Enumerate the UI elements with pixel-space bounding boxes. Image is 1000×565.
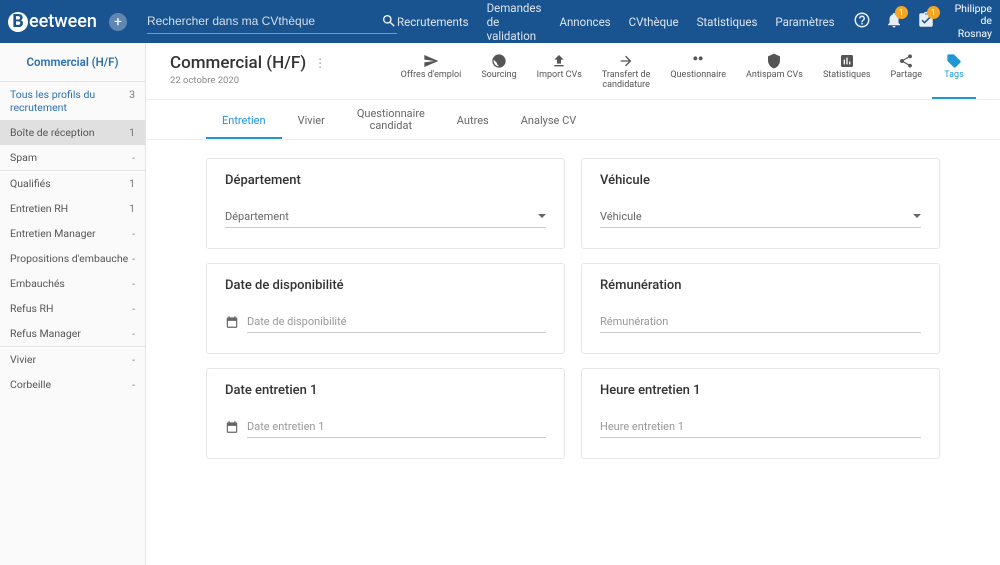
header-icons: 1 1 Philippe de Rosnay [853,3,992,41]
card-disponibilite: Date de disponibilité Date de disponibil… [206,263,565,354]
calendar-icon [225,420,239,434]
nav-links: Recrutements Demandes de validation Anno… [397,1,835,43]
action-item[interactable]: Questionnaire [660,53,736,99]
sidebar-item[interactable]: Entretien RH1 [0,196,145,221]
nav-statistiques[interactable]: Statistiques [697,15,758,29]
app-header: Beetween + Recrutements Demandes de vali… [0,0,1000,43]
sidebar-item[interactable]: Vivier- [0,347,145,372]
card-title: Véhicule [600,173,921,188]
page-date: 22 octobre 2020 [170,75,326,86]
card-vehicule: Véhicule Véhicule [581,158,940,249]
card-title: Date entretien 1 [225,383,546,398]
dispo-date-input[interactable]: Date de disponibilité [247,311,546,333]
nav-recrutements[interactable]: Recrutements [397,15,469,29]
card-title: Date de disponibilité [225,278,546,293]
tab[interactable]: Questionnairecandidat [341,104,441,139]
task-badge: 1 [927,6,940,19]
sidebar-item[interactable]: Boîte de réception1 [0,120,145,145]
card-title: Rémunération [600,278,921,293]
nav-parametres[interactable]: Paramètres [775,15,834,29]
sidebar-item[interactable]: Refus Manager- [0,321,145,346]
remuneration-input[interactable]: Rémunération [600,311,921,333]
chevron-down-icon [538,214,546,218]
add-button[interactable]: + [109,13,127,31]
action-item[interactable]: Partage [881,53,932,99]
notif-badge: 1 [895,6,908,19]
search-icon [381,13,397,29]
action-item[interactable]: Transfert decandidature [592,53,661,99]
content: Commercial (H/F) ⋮ 22 octobre 2020 Offre… [146,43,1000,565]
vehicule-select[interactable]: Véhicule [600,206,921,228]
card-title: Département [225,173,546,188]
logo[interactable]: Beetween + [8,11,127,32]
sidebar-item[interactable]: Refus RH- [0,296,145,321]
heure-entretien-1-input[interactable]: Heure entretien 1 [600,416,921,438]
sidebar-item[interactable]: Spam- [0,145,145,170]
action-item[interactable]: Tags [932,53,976,99]
action-item[interactable]: Offres d'emploi [391,53,472,99]
departement-select[interactable]: Département [225,206,546,228]
tab[interactable]: Autres [441,104,505,139]
page-title: Commercial (H/F) [170,53,306,73]
tabs: EntretienVivierQuestionnairecandidatAutr… [146,104,1000,140]
tab[interactable]: Entretien [206,104,282,139]
sidebar-item[interactable]: Tous les profils du recrutement3 [0,82,145,120]
card-heure-entretien-1: Heure entretien 1 Heure entretien 1 [581,368,940,459]
action-item[interactable]: Import CVs [527,53,592,99]
card-title: Heure entretien 1 [600,383,921,398]
action-item[interactable]: Sourcing [471,53,526,99]
nav-cvtheque[interactable]: CVthèque [629,15,679,29]
search-input[interactable] [147,14,381,28]
bell-icon[interactable]: 1 [885,11,903,32]
sidebar: Commercial (H/F) Tous les profils du rec… [0,43,146,565]
action-item[interactable]: Statistiques [813,53,881,99]
help-icon[interactable] [853,11,871,32]
sidebar-item[interactable]: Corbeille- [0,372,145,397]
nav-demandes[interactable]: Demandes de validation [487,1,542,43]
sidebar-item[interactable]: Qualifiés1 [0,171,145,196]
more-icon[interactable]: ⋮ [314,56,326,70]
tab[interactable]: Vivier [282,104,341,139]
page-head: Commercial (H/F) ⋮ 22 octobre 2020 Offre… [146,43,1000,100]
action-item[interactable]: Antispam CVs [736,53,813,99]
card-remuneration: Rémunération Rémunération [581,263,940,354]
date-entretien-1-input[interactable]: Date entretien 1 [247,416,546,438]
tasks-icon[interactable]: 1 [917,11,935,32]
card-date-entretien-1: Date entretien 1 Date entretien 1 [206,368,565,459]
cards-area: Département Département Véhicule Véhicul… [146,140,1000,491]
sidebar-item[interactable]: Propositions d'embauche- [0,246,145,271]
nav-annonces[interactable]: Annonces [559,15,610,29]
sidebar-item[interactable]: Embauchés- [0,271,145,296]
calendar-icon [225,315,239,329]
user-name[interactable]: Philippe de Rosnay [955,3,992,41]
sidebar-item[interactable]: Entretien Manager- [0,221,145,246]
search-box[interactable] [147,9,397,34]
card-departement: Département Département [206,158,565,249]
chevron-down-icon [913,214,921,218]
sidebar-title: Commercial (H/F) [0,43,145,81]
tab[interactable]: Analyse CV [505,104,593,139]
